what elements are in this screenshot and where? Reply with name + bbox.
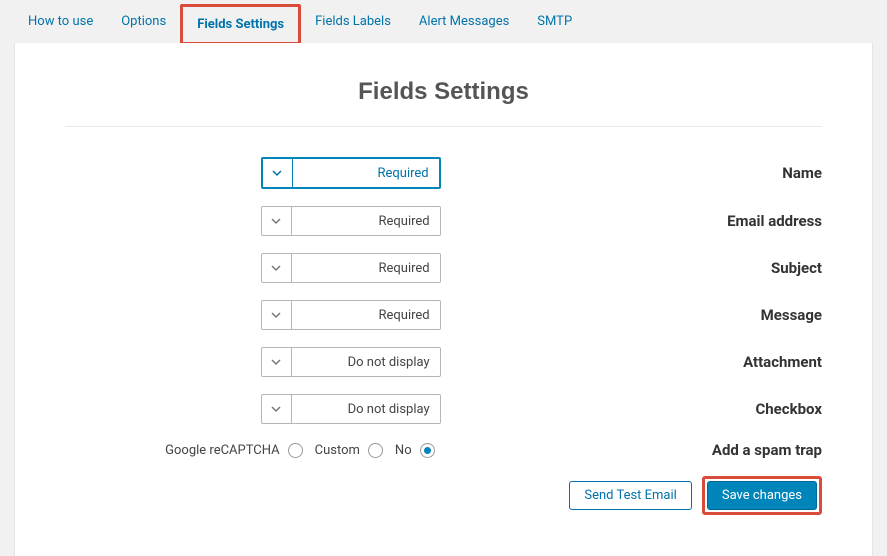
tab-bar: How to use Options Fields Settings Field… xyxy=(0,0,887,43)
field-label: Checkbox xyxy=(459,400,822,418)
field-label: Attachment xyxy=(459,353,822,371)
divider xyxy=(65,126,822,127)
radio-no[interactable] xyxy=(420,443,435,458)
highlight-save-button: Save changes xyxy=(702,476,822,515)
send-test-email-button[interactable]: Send Test Email xyxy=(569,481,692,510)
field-row-subject: Required Subject xyxy=(65,253,822,283)
field-row-checkbox: Do not display Checkbox xyxy=(65,394,822,424)
select-email[interactable]: Required xyxy=(261,206,441,236)
field-row-name: Required Name xyxy=(65,157,822,189)
radio-custom[interactable] xyxy=(368,443,383,458)
content-panel: Fields Settings Required Name xyxy=(14,43,873,556)
tab-how-to-use[interactable]: How to use xyxy=(14,2,107,43)
select-name[interactable]: Required xyxy=(261,157,441,189)
chevron-down-icon xyxy=(263,159,293,187)
tab-smtp[interactable]: SMTP xyxy=(523,2,586,43)
select-value: Required xyxy=(292,214,440,229)
chevron-down-icon xyxy=(262,301,292,329)
spam-trap-radio-group: Google reCAPTCHA Custom No xyxy=(165,443,440,458)
field-label: Message xyxy=(459,306,822,324)
tab-options[interactable]: Options xyxy=(107,2,180,43)
field-row-message: Required Message xyxy=(65,300,822,330)
field-label: Subject xyxy=(459,259,822,277)
radio-label-recaptcha: Google reCAPTCHA xyxy=(165,443,280,458)
page-title: Fields Settings xyxy=(65,78,822,106)
chevron-down-icon xyxy=(262,254,292,282)
chevron-down-icon xyxy=(262,348,292,376)
tab-fields-settings[interactable]: Fields Settings xyxy=(183,7,298,42)
save-changes-button[interactable]: Save changes xyxy=(707,481,817,510)
select-value: Do not display xyxy=(292,402,440,417)
select-value: Do not display xyxy=(292,355,440,370)
select-value: Required xyxy=(292,261,440,276)
tab-alert-messages[interactable]: Alert Messages xyxy=(405,2,523,43)
radio-recaptcha[interactable] xyxy=(288,443,303,458)
select-subject[interactable]: Required xyxy=(261,253,441,283)
field-row-email: Required Email address xyxy=(65,206,822,236)
action-bar: Send Test Email Save changes xyxy=(65,476,822,515)
field-label: Name xyxy=(459,164,822,182)
select-value: Required xyxy=(293,166,439,181)
select-value: Required xyxy=(292,308,440,323)
select-message[interactable]: Required xyxy=(261,300,441,330)
tab-fields-labels[interactable]: Fields Labels xyxy=(301,2,405,43)
field-row-attachment: Do not display Attachment xyxy=(65,347,822,377)
field-label: Email address xyxy=(459,212,822,230)
select-attachment[interactable]: Do not display xyxy=(261,347,441,377)
radio-label-no: No xyxy=(395,443,412,458)
field-row-spam-trap: Google reCAPTCHA Custom No Add a spam tr… xyxy=(65,441,822,459)
chevron-down-icon xyxy=(262,207,292,235)
field-label: Add a spam trap xyxy=(459,441,822,459)
radio-label-custom: Custom xyxy=(315,443,360,458)
chevron-down-icon xyxy=(262,395,292,423)
select-checkbox[interactable]: Do not display xyxy=(261,394,441,424)
highlight-active-tab: Fields Settings xyxy=(180,4,301,45)
